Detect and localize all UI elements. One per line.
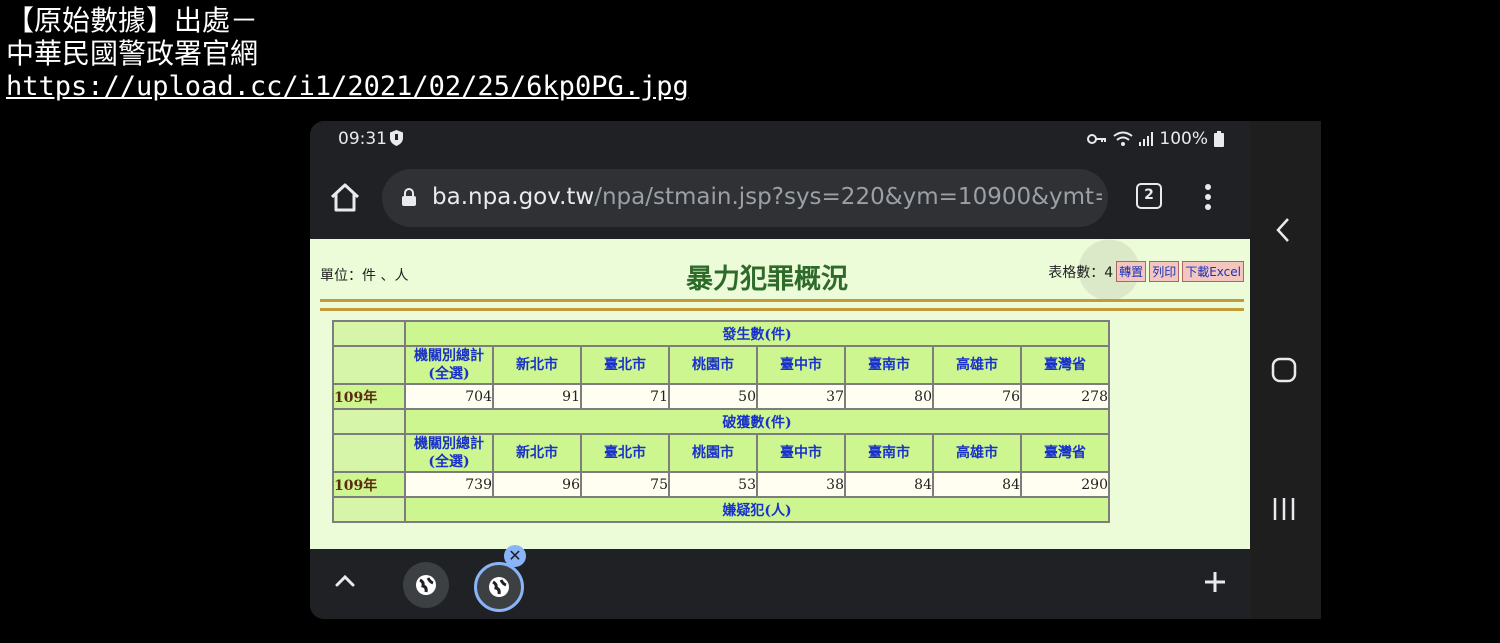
transpose-button[interactable]: 轉置 — [1116, 261, 1147, 282]
globe-icon — [416, 575, 436, 595]
divider-bottom — [320, 308, 1244, 311]
section-header-row: 嫌疑犯(人) — [334, 498, 1108, 521]
table-cell: 96 — [494, 473, 580, 496]
browser-toolbar: ba.npa.gov.tw/npa/stmain.jsp?sys=220&ym=… — [310, 167, 1250, 233]
caption-link[interactable]: https://upload.cc/i1/2021/02/25/6kp0PG.j… — [6, 70, 689, 103]
empty-cell — [334, 498, 404, 521]
row-header-year: 109年 — [334, 473, 404, 496]
battery-percent: 100% — [1159, 129, 1208, 149]
section-header-solved[interactable]: 破獲數(件) — [406, 410, 1108, 433]
home-icon[interactable] — [328, 181, 362, 215]
key-icon — [1087, 134, 1107, 144]
page-title: 暴力犯罪概況 — [686, 264, 848, 295]
row-header-year: 109年 — [334, 385, 404, 408]
section-header-occurred[interactable]: 發生數(件) — [406, 322, 1108, 345]
column-header-taoyuan[interactable]: 桃園市 — [670, 347, 756, 383]
empty-cell — [334, 322, 404, 345]
table-count-label: 表格數：4 — [1048, 264, 1114, 281]
empty-cell — [334, 347, 404, 383]
phone-screen: 09:31 100% ba.npa.gov.tw/npa/stmain.jsp?… — [310, 121, 1321, 619]
column-header-kaohsiung[interactable]: 高雄市 — [934, 347, 1020, 383]
url-host: ba.npa.gov.tw — [432, 184, 595, 210]
image-caption: 【原始數據】出處－ 中華民國警政署官網 https://upload.cc/i1… — [6, 4, 689, 103]
tab-thumbnail-2[interactable] — [474, 562, 524, 612]
table-cell: 50 — [670, 385, 756, 408]
shield-icon — [390, 130, 403, 146]
section-header-row: 發生數(件) — [334, 322, 1108, 345]
table-cell: 84 — [934, 473, 1020, 496]
tab-thumbnail-1[interactable] — [403, 562, 449, 608]
column-header-kaohsiung[interactable]: 高雄市 — [934, 435, 1020, 471]
column-header-row: 機關別總計 (全選) 新北市 臺北市 桃園市 臺中市 臺南市 高雄市 臺灣省 — [334, 347, 1108, 383]
print-button[interactable]: 列印 — [1149, 261, 1180, 282]
column-header-taipei[interactable]: 臺北市 — [582, 435, 668, 471]
table-tools: 表格數：4 轉置 列印 下載Excel — [1048, 261, 1244, 282]
empty-cell — [334, 435, 404, 471]
recent-apps-icon[interactable] — [1271, 497, 1297, 521]
table-cell: 75 — [582, 473, 668, 496]
browser-bottom-bar: ✕ — [310, 545, 1250, 619]
plus-icon[interactable] — [1203, 570, 1227, 594]
battery-icon — [1214, 131, 1224, 147]
column-header-total[interactable]: 機關別總計 (全選) — [406, 347, 492, 383]
column-header-taoyuan[interactable]: 桃園市 — [670, 435, 756, 471]
section-header-row: 破獲數(件) — [334, 410, 1108, 433]
stats-table: 發生數(件) 機關別總計 (全選) 新北市 臺北市 桃園市 臺中市 臺南市 高雄市… — [332, 320, 1110, 523]
table-cell: 84 — [846, 473, 932, 496]
table-cell: 76 — [934, 385, 1020, 408]
table-row: 109年 739 96 75 53 38 84 84 290 — [334, 473, 1108, 496]
tab-switcher-button[interactable]: 2 — [1136, 183, 1162, 209]
column-header-tainan[interactable]: 臺南市 — [846, 435, 932, 471]
column-header-new-taipei[interactable]: 新北市 — [494, 435, 580, 471]
lock-icon — [402, 188, 416, 206]
column-header-new-taipei[interactable]: 新北市 — [494, 347, 580, 383]
column-header-taiwan-province[interactable]: 臺灣省 — [1022, 347, 1108, 383]
divider-top — [320, 299, 1244, 302]
download-excel-button[interactable]: 下載Excel — [1182, 261, 1244, 282]
column-header-taipei[interactable]: 臺北市 — [582, 347, 668, 383]
table-cell: 290 — [1022, 473, 1108, 496]
table-cell: 704 — [406, 385, 492, 408]
unit-label: 單位：件 、人 — [320, 268, 409, 284]
column-header-taiwan-province[interactable]: 臺灣省 — [1022, 435, 1108, 471]
globe-icon — [489, 577, 509, 597]
empty-cell — [334, 410, 404, 433]
table-cell: 53 — [670, 473, 756, 496]
status-bar: 09:31 100% — [310, 121, 1250, 159]
column-header-total[interactable]: 機關別總計 (全選) — [406, 435, 492, 471]
web-content: 單位：件 、人 暴力犯罪概況 表格數：4 轉置 列印 下載Excel 發生數(件… — [310, 239, 1250, 549]
url-text[interactable]: ba.npa.gov.tw/npa/stmain.jsp?sys=220&ym=… — [432, 184, 1102, 210]
more-menu-icon[interactable] — [1200, 181, 1216, 213]
status-time: 09:31 — [338, 129, 387, 149]
caption-line-2: 中華民國警政署官網 — [6, 37, 259, 70]
system-nav-bar — [1250, 121, 1321, 619]
status-icons: 100% — [1087, 129, 1224, 149]
table-cell: 71 — [582, 385, 668, 408]
table-cell: 80 — [846, 385, 932, 408]
close-tab-icon[interactable]: ✕ — [504, 545, 526, 567]
column-header-row: 機關別總計 (全選) 新北市 臺北市 桃園市 臺中市 臺南市 高雄市 臺灣省 — [334, 435, 1108, 471]
table-cell: 91 — [494, 385, 580, 408]
address-bar[interactable]: ba.npa.gov.tw/npa/stmain.jsp?sys=220&ym=… — [382, 169, 1108, 227]
wifi-icon — [1113, 131, 1134, 146]
table-row: 109年 704 91 71 50 37 80 76 278 — [334, 385, 1108, 408]
column-header-tainan[interactable]: 臺南市 — [846, 347, 932, 383]
signal-icon — [1139, 132, 1154, 146]
chevron-up-icon[interactable] — [334, 574, 356, 588]
table-cell: 38 — [758, 473, 844, 496]
home-nav-icon[interactable] — [1271, 357, 1297, 383]
caption-line-1: 【原始數據】出處－ — [6, 4, 259, 37]
column-header-taichung[interactable]: 臺中市 — [758, 347, 844, 383]
table-cell: 739 — [406, 473, 492, 496]
column-header-taichung[interactable]: 臺中市 — [758, 435, 844, 471]
back-icon[interactable] — [1274, 217, 1292, 243]
table-cell: 37 — [758, 385, 844, 408]
url-path: /npa/stmain.jsp?sys=220&ym=10900&ymt= — [594, 184, 1102, 210]
table-cell: 278 — [1022, 385, 1108, 408]
section-header-suspects[interactable]: 嫌疑犯(人) — [406, 498, 1108, 521]
